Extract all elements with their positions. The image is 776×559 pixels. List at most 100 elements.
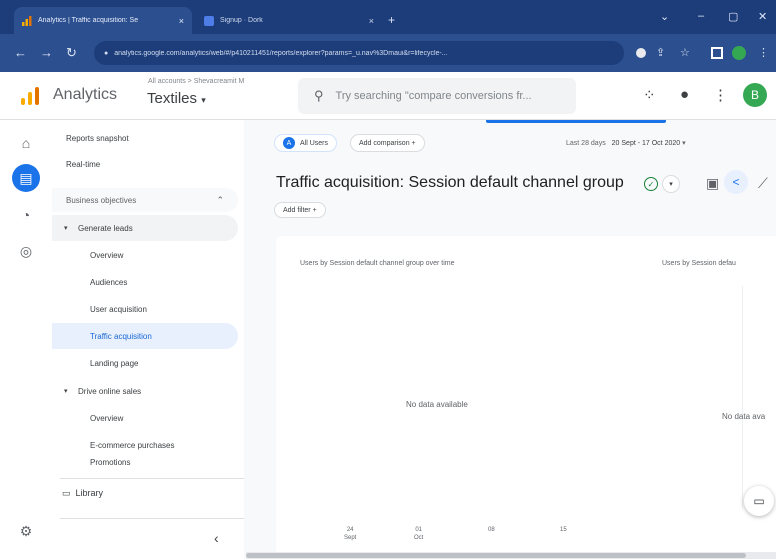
avatar[interactable]: B (743, 83, 767, 107)
share-icon[interactable]: < (724, 170, 748, 194)
date-preset-label: Last 28 days (566, 140, 606, 147)
analytics-logo-icon (21, 87, 39, 105)
x-tick-label: 08 (488, 526, 495, 534)
chart-right-title: Users by Session defau (662, 260, 736, 267)
charts-card: Users by Session default channel group o… (276, 236, 776, 559)
add-filter-button[interactable]: Add filter + (274, 202, 326, 218)
extension-icon[interactable] (634, 46, 648, 60)
chevron-down-icon: ▾ (201, 95, 206, 105)
nav-item-overview[interactable]: Overview (52, 242, 238, 268)
check-circle-icon: ✓ (644, 177, 658, 191)
date-range-value: 20 Sept - 17 Oct 2020 (611, 140, 681, 147)
share-page-icon[interactable]: ⇪ (656, 46, 670, 60)
dork-favicon-icon (204, 15, 214, 26)
nav-item-landing-page[interactable]: Landing page (52, 350, 238, 376)
address-bar[interactable]: ● analytics.google.com/analytics/web/#/p… (94, 41, 624, 65)
title-dropdown-icon[interactable]: ▾ (662, 175, 680, 193)
minimize-icon[interactable]: – (698, 10, 704, 22)
browser-tab-analytics[interactable]: Analytics | Traffic acquisition: Se × (14, 7, 192, 34)
collection-label: Business objectives (66, 195, 137, 205)
tick-day: 15 (560, 527, 567, 533)
bookmark-star-icon[interactable]: ☆ (680, 46, 694, 60)
nav-library[interactable]: ▭ Library (62, 488, 103, 499)
new-tab-button[interactable]: + (388, 13, 395, 27)
nav-item-audiences[interactable]: Audiences (52, 269, 238, 295)
profile-icon[interactable] (732, 46, 746, 60)
tick-month: Sept (344, 535, 357, 541)
nav-section-drive-online-sales[interactable]: ▾ Drive online sales (52, 378, 238, 404)
add-comparison-button[interactable]: Add comparison + (350, 134, 425, 152)
tick-day: 08 (488, 527, 495, 533)
page-title: Traffic acquisition: Session default cha… (276, 174, 624, 191)
url-text: analytics.google.com/analytics/web/#/p41… (114, 49, 448, 57)
title-controls: ✓ ▾ (644, 175, 680, 193)
nav-item-ecommerce-purchases[interactable]: E-commerce purchases (52, 432, 238, 458)
apps-grid-icon[interactable]: ⁘ (643, 86, 656, 104)
browser-menu-icon[interactable]: ⋮ (758, 46, 772, 60)
advertising-icon[interactable]: ◎ (17, 242, 35, 260)
chart-left-title: Users by Session default channel group o… (300, 260, 455, 267)
chart-divider (742, 286, 743, 508)
feedback-icon[interactable]: ▭ (744, 486, 774, 516)
insights-icon[interactable]: ⟋ (758, 175, 768, 192)
search-input[interactable]: ⚲ Try searching "compare conversions fr.… (298, 78, 576, 114)
close-icon[interactable]: × (369, 16, 374, 26)
lock-icon: ● (104, 49, 109, 57)
date-range-picker[interactable]: Last 28 days 20 Sept - 17 Oct 2020 ▾ (566, 139, 686, 147)
analytics-favicon-icon (22, 15, 32, 26)
nav-item-overview-sales[interactable]: Overview (52, 405, 238, 431)
section-label: Generate leads (78, 223, 133, 233)
search-icon: ⚲ (314, 88, 324, 103)
collection-header[interactable]: Business objectives ⌃ (52, 188, 238, 212)
property-selector[interactable]: Textiles ▾ (147, 90, 206, 107)
tick-day: 24 (346, 527, 354, 533)
nav-realtime[interactable]: Real-time (66, 160, 100, 169)
report-main: A All Users Add comparison + Last 28 day… (244, 120, 776, 559)
segment-label: All Users (300, 139, 329, 147)
chevron-up-icon: ⌃ (216, 194, 224, 205)
horizontal-scrollbar[interactable] (246, 552, 776, 559)
browser-toolbar: ← → ↻ ● analytics.google.com/analytics/w… (0, 34, 776, 72)
tab-square-icon[interactable] (710, 46, 724, 60)
account-breadcrumb[interactable]: All accounts > Shevacreamit M (148, 78, 244, 85)
nav-item-user-acquisition[interactable]: User acquisition (52, 296, 238, 322)
analytics-header: Analytics All accounts > Shevacreamit M … (0, 72, 776, 120)
forward-icon[interactable]: → (40, 45, 53, 60)
browser-tab-signup[interactable]: Signup · Dork × (196, 7, 382, 34)
no-data-message-left: No data available (406, 400, 468, 409)
reports-icon[interactable]: ▤ (12, 164, 40, 192)
collapse-nav-icon[interactable]: ‹ (214, 530, 219, 546)
home-icon[interactable]: ⌂ (17, 134, 35, 152)
caret-down-icon: ▾ (64, 388, 68, 395)
nav-item-promotions[interactable]: Promotions (52, 458, 238, 474)
search-placeholder: Try searching "compare conversions fr... (335, 90, 532, 102)
back-icon[interactable]: ← (14, 45, 27, 60)
more-vert-icon[interactable]: ⋮ (713, 86, 728, 104)
library-label: Library (75, 488, 104, 498)
tab-title: Signup · Dork (220, 17, 263, 24)
reload-icon[interactable]: ↻ (66, 45, 77, 61)
segment-chip[interactable]: A All Users (274, 134, 338, 152)
nav-item-traffic-acquisition[interactable]: Traffic acquisition (52, 323, 238, 349)
customize-report-icon[interactable]: ▣ (706, 175, 719, 192)
tab-title: Analytics | Traffic acquisition: Se (38, 17, 139, 24)
section-label: Drive online sales (78, 386, 142, 396)
maximize-icon[interactable]: ▢ (728, 10, 738, 23)
scrollbar-thumb[interactable] (246, 553, 746, 558)
nav-reports-snapshot[interactable]: Reports snapshot (66, 134, 129, 143)
folder-icon: ▭ (62, 488, 71, 498)
reports-nav: Reports snapshot Real-time Business obje… (52, 120, 286, 559)
explore-icon[interactable]: ◔ (17, 206, 35, 224)
browser-tab-bar: Analytics | Traffic acquisition: Se × Si… (0, 0, 776, 34)
window-close-icon[interactable]: ✕ (758, 10, 767, 23)
segment-badge: A (283, 137, 295, 149)
nav-section-generate-leads[interactable]: ▾ Generate leads (52, 215, 238, 241)
close-icon[interactable]: × (179, 16, 184, 26)
caret-down-icon: ▾ (64, 225, 68, 232)
help-icon[interactable]: ● (680, 86, 689, 103)
tab-search-icon[interactable]: ⌄ (660, 10, 669, 23)
x-tick-label: 15 (560, 526, 567, 534)
settings-gear-icon[interactable]: ⚙ (17, 522, 35, 540)
property-name: Textiles (147, 90, 198, 107)
x-tick-label: 24 Sept (344, 526, 356, 542)
